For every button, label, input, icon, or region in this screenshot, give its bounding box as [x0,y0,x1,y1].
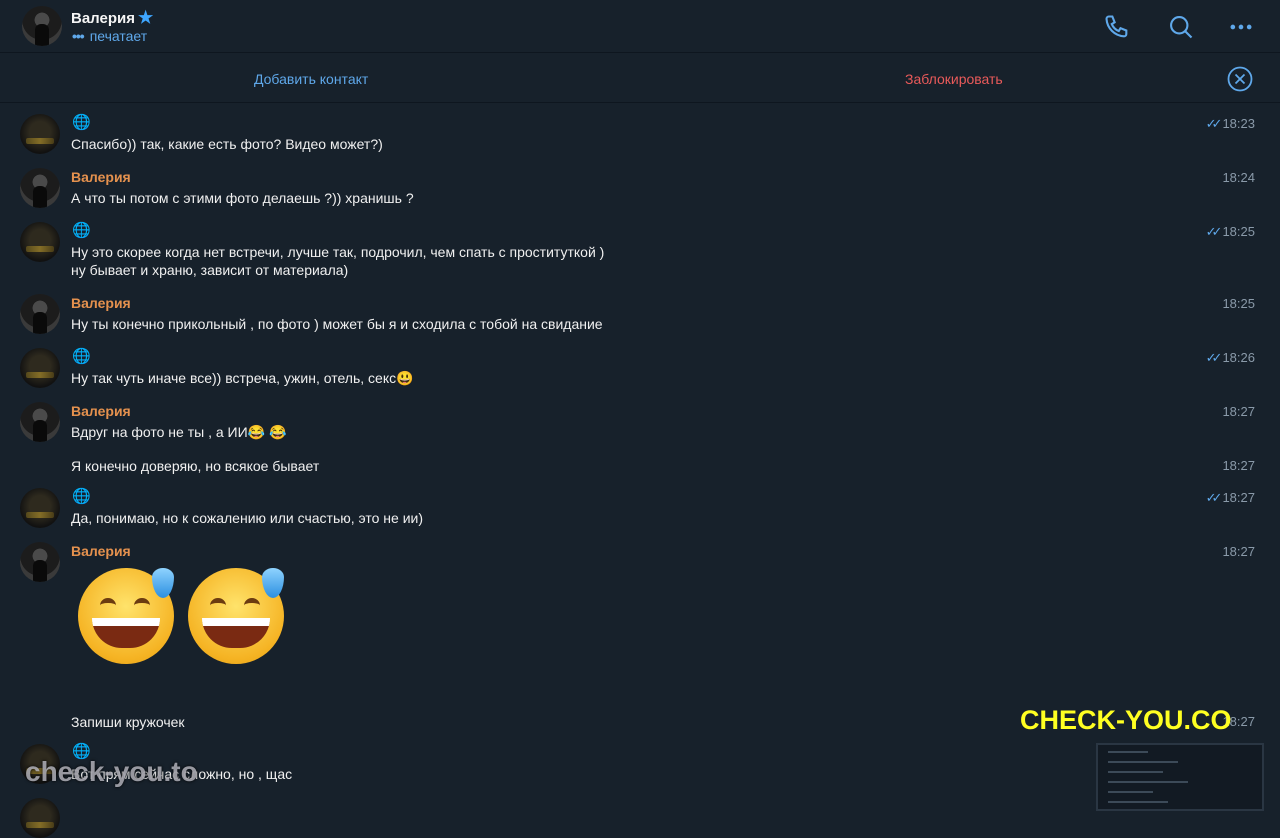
watermark-right: CHECK-YOU.CO [1020,705,1232,735]
sender-avatar[interactable] [20,488,60,528]
read-check-icon: ✓✓ [1205,490,1223,505]
globe-icon: 🌐 [72,222,91,239]
message-time: ✓✓ 18:27 [1205,490,1255,505]
close-icon[interactable] [1227,66,1253,92]
sender-avatar[interactable] [20,222,60,262]
message-time: ✓✓ 18:23 [1205,116,1255,131]
contact-avatar[interactable] [22,6,62,46]
add-contact-button[interactable]: Добавить контакт [254,71,368,87]
watermark-left: check-you.to [25,756,198,787]
contact-action-bar: Добавить контакт Заблокировать [0,54,1280,103]
read-check-icon: ✓✓ [1205,224,1223,239]
sender-name[interactable]: Валерия [71,403,131,419]
sweat-smile-emoji-icon [188,568,284,664]
message-time: 18:25 [1222,296,1255,311]
message-time: 18:27 [1222,458,1255,473]
sender-avatar[interactable] [20,542,60,582]
sender-avatar[interactable] [20,168,60,208]
sweat-smile-emoji-icon [78,568,174,664]
message-time: 18:27 [1222,404,1255,419]
message-text: Ну ты конечно прикольный , по фото ) мож… [71,316,603,332]
status-text: печатает [89,28,148,44]
globe-icon: 🌐 [72,488,91,505]
message-time: 18:24 [1222,170,1255,185]
search-icon[interactable] [1167,13,1195,41]
more-icon[interactable] [1227,13,1255,41]
contact-name-text: Валерия [71,10,135,27]
globe-icon: 🌐 [72,348,91,365]
sender-name[interactable]: Валерия [71,295,131,311]
sender-avatar[interactable] [20,114,60,154]
sender-avatar[interactable] [20,798,60,838]
message-text: Ну так чуть иначе все)) встреча, ужин, о… [71,370,414,386]
sender-avatar[interactable] [20,294,60,334]
sender-avatar[interactable] [20,402,60,442]
sender-name[interactable]: Валерия [71,543,131,559]
block-button[interactable]: Заблокировать [905,71,1003,87]
contact-name[interactable]: Валерия ★ [71,8,153,28]
sender-avatar[interactable] [20,348,60,388]
read-check-icon: ✓✓ [1205,350,1223,365]
message-text: Я конечно доверяю, но всякое бывает [71,458,320,474]
message-time: ✓✓ 18:25 [1205,224,1255,239]
typing-dots-icon: ••• [72,28,85,44]
message-text: А что ты потом с этими фото делаешь ?)) … [71,190,414,206]
message-time: ✓✓ 18:26 [1205,350,1255,365]
read-check-icon: ✓✓ [1205,116,1223,131]
message-text: Вдруг на фото не ты , а ИИ😂 😂 [71,424,287,440]
message-text: Запиши кружочек [71,714,185,730]
globe-icon: 🌐 [72,114,91,131]
message-text: Да, понимаю, но к сожалению или счастью,… [71,510,423,526]
message-time: 18:27 [1222,544,1255,559]
chat-header: Валерия ★ ••• печатает [0,0,1280,53]
typing-status: ••• печатает [72,28,147,44]
phone-icon[interactable] [1103,13,1131,41]
message-text: Спасибо)) так, какие есть фото? Видео мо… [71,136,383,152]
screenshot-thumbnail[interactable] [1096,743,1264,811]
star-icon: ★ [137,8,154,27]
message-text: Ну это скорее когда нет встречи, лучше т… [71,244,605,278]
sender-name[interactable]: Валерия [71,169,131,185]
